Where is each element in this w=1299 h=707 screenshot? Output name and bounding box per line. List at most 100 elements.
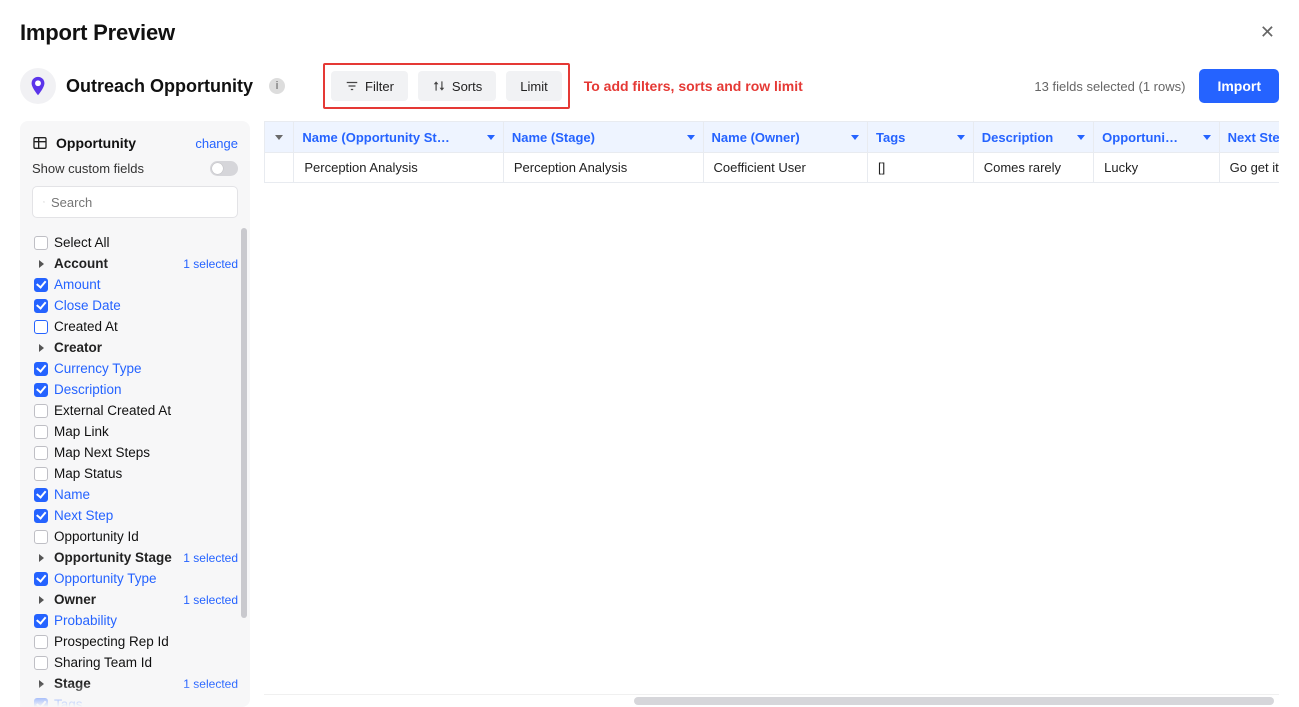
field-label: Sharing Team Id <box>54 655 238 670</box>
selected-badge: 1 selected <box>183 593 238 607</box>
field-item[interactable]: Currency Type <box>20 358 250 379</box>
sorts-button[interactable]: Sorts <box>418 71 496 101</box>
change-link[interactable]: change <box>195 136 238 151</box>
field-item[interactable]: Probability <box>20 610 250 631</box>
chevron-down-icon[interactable] <box>957 135 965 140</box>
field-checkbox[interactable] <box>34 425 48 439</box>
column-header-label: Description <box>982 130 1071 145</box>
app-root: Import Preview ✕ Outreach Opportunity i … <box>0 0 1299 707</box>
chevron-right-icon <box>39 344 44 352</box>
search-input[interactable] <box>51 195 227 210</box>
column-header-label: Opportuni… <box>1102 130 1196 145</box>
field-checkbox[interactable] <box>34 635 48 649</box>
column-header[interactable]: Next Step <box>1219 122 1279 153</box>
field-list[interactable]: Select All Account1 selected Amount Close … <box>20 228 250 707</box>
field-checkbox[interactable] <box>34 614 48 628</box>
column-header[interactable]: Name (Stage) <box>503 122 703 153</box>
column-header[interactable]: Description <box>973 122 1093 153</box>
field-item[interactable]: Next Step <box>20 505 250 526</box>
filter-icon <box>345 79 359 93</box>
info-icon[interactable]: i <box>269 78 285 94</box>
data-grid[interactable]: Name (Opportunity St…Name (Stage)Name (O… <box>264 121 1279 183</box>
preview-table: Name (Opportunity St…Name (Stage)Name (O… <box>264 121 1279 183</box>
field-item[interactable]: Amount <box>20 274 250 295</box>
field-label: Owner <box>54 592 183 607</box>
field-label: Created At <box>54 319 238 334</box>
field-item[interactable]: Sharing Team Id <box>20 652 250 673</box>
custom-fields-toggle[interactable] <box>210 161 238 176</box>
field-label: Amount <box>54 277 238 292</box>
datasource-brand: Outreach Opportunity i <box>20 68 285 104</box>
chevron-down-icon[interactable] <box>1077 135 1085 140</box>
field-checkbox[interactable] <box>34 467 48 481</box>
field-group[interactable]: Opportunity Stage1 selected <box>20 547 250 568</box>
field-checkbox[interactable] <box>34 299 48 313</box>
table-cell: Perception Analysis <box>294 153 504 183</box>
table-icon <box>32 135 48 151</box>
table-cell: Comes rarely <box>973 153 1093 183</box>
selection-count: 13 fields selected (1 rows) <box>1034 79 1185 94</box>
field-group[interactable]: Creator <box>20 337 250 358</box>
field-checkbox[interactable] <box>34 656 48 670</box>
field-checkbox[interactable] <box>34 278 48 292</box>
field-checkbox[interactable] <box>34 362 48 376</box>
chevron-down-icon[interactable] <box>1203 135 1211 140</box>
chevron-right-icon <box>39 260 44 268</box>
sidebar-scrollbar[interactable] <box>241 228 247 618</box>
field-checkbox[interactable] <box>34 488 48 502</box>
right-actions: 13 fields selected (1 rows) Import <box>1034 69 1279 103</box>
field-item[interactable]: Map Next Steps <box>20 442 250 463</box>
search-icon <box>43 195 45 209</box>
field-item[interactable]: Map Link <box>20 421 250 442</box>
corner-header[interactable] <box>265 122 294 153</box>
field-label: Close Date <box>54 298 238 313</box>
field-group[interactable]: Account1 selected <box>20 253 250 274</box>
horizontal-scrollbar[interactable] <box>634 697 1274 705</box>
field-checkbox[interactable] <box>34 698 48 707</box>
field-item[interactable]: Prospecting Rep Id <box>20 631 250 652</box>
table-row[interactable]: Perception AnalysisPerception AnalysisCo… <box>265 153 1280 183</box>
field-item[interactable]: Description <box>20 379 250 400</box>
sort-icon <box>432 79 446 93</box>
filter-button[interactable]: Filter <box>331 71 408 101</box>
field-checkbox[interactable] <box>34 509 48 523</box>
field-group[interactable]: Stage1 selected <box>20 673 250 694</box>
limit-button[interactable]: Limit <box>506 71 561 101</box>
page-title: Import Preview <box>20 20 175 46</box>
field-item[interactable]: External Created At <box>20 400 250 421</box>
field-item[interactable]: Created At <box>20 316 250 337</box>
chevron-right-icon <box>39 554 44 562</box>
chevron-down-icon[interactable] <box>487 135 495 140</box>
column-header[interactable]: Name (Owner) <box>703 122 867 153</box>
field-item[interactable]: Name <box>20 484 250 505</box>
field-item[interactable]: Close Date <box>20 295 250 316</box>
selected-badge: 1 selected <box>183 551 238 565</box>
select-all-row[interactable]: Select All <box>20 232 250 253</box>
field-label: Opportunity Stage <box>54 550 183 565</box>
field-checkbox[interactable] <box>34 383 48 397</box>
close-button[interactable]: ✕ <box>1256 18 1279 47</box>
field-item[interactable]: Opportunity Type <box>20 568 250 589</box>
chevron-down-icon[interactable] <box>687 135 695 140</box>
custom-fields-row: Show custom fields <box>20 159 250 186</box>
field-checkbox[interactable] <box>34 572 48 586</box>
field-item[interactable]: Map Status <box>20 463 250 484</box>
search-input-wrap[interactable] <box>32 186 238 218</box>
title-bar: Import Preview ✕ <box>20 18 1279 47</box>
field-checkbox[interactable] <box>34 530 48 544</box>
field-label: Opportunity Type <box>54 571 238 586</box>
column-header[interactable]: Opportuni… <box>1094 122 1219 153</box>
field-label: Map Link <box>54 424 238 439</box>
field-item[interactable]: Opportunity Id <box>20 526 250 547</box>
field-checkbox[interactable] <box>34 446 48 460</box>
column-header[interactable]: Name (Opportunity St… <box>294 122 504 153</box>
field-checkbox[interactable] <box>34 320 48 334</box>
field-label: Opportunity Id <box>54 529 238 544</box>
field-group[interactable]: Owner1 selected <box>20 589 250 610</box>
chevron-down-icon[interactable] <box>851 135 859 140</box>
import-button[interactable]: Import <box>1199 69 1279 103</box>
field-checkbox[interactable] <box>34 404 48 418</box>
column-header[interactable]: Tags <box>868 122 974 153</box>
field-item[interactable]: Tags <box>20 694 250 707</box>
select-all-checkbox[interactable] <box>34 236 48 250</box>
